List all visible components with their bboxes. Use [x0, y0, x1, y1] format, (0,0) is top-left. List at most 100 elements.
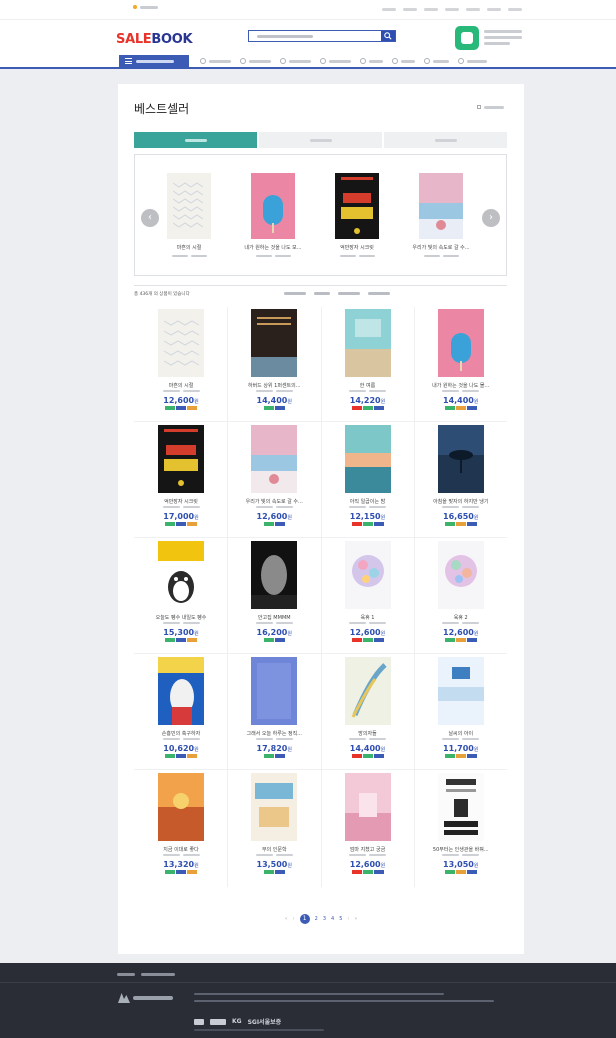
book-cover[interactable] [344, 657, 391, 725]
pager-last[interactable]: » [354, 916, 357, 922]
orders-link[interactable] [445, 8, 459, 11]
product-card[interactable]: 육휴 1 12,600원 [325, 539, 411, 651]
book-cover[interactable] [251, 425, 298, 493]
slider-item[interactable]: 내가 원하는 것을 나도 모... [243, 173, 303, 257]
product-title[interactable]: 육휴 2 [420, 614, 502, 621]
login-link[interactable] [382, 8, 396, 11]
product-title[interactable]: 50부터는 인생관을 바꿔... [420, 846, 502, 853]
pager-page[interactable]: 2 [315, 916, 318, 922]
book-cover[interactable] [344, 309, 391, 377]
app-ad-icon[interactable] [455, 26, 479, 50]
search-button[interactable] [381, 31, 395, 41]
product-title[interactable]: 안고집 MMMM [233, 614, 315, 621]
product-title[interactable]: 엄마 지쳤고 궁금 [327, 846, 409, 853]
site-logo[interactable]: SALEBOOK [116, 32, 193, 47]
product-card[interactable]: 육휴 2 12,600원 [418, 539, 504, 651]
book-cover[interactable] [158, 541, 204, 609]
book-cover[interactable] [158, 657, 204, 725]
product-card[interactable]: 날씨의 아이 11,700원 [418, 655, 504, 767]
product-card[interactable]: 손흥민의 축구하자 10,620원 [138, 655, 224, 767]
product-card[interactable]: 한 여름 14,220원 [325, 307, 411, 419]
product-title[interactable]: 마흔의 시절 [140, 382, 222, 389]
product-card[interactable]: 안고집 MMMM 16,200원 [231, 539, 317, 651]
slider-item[interactable]: 우리가 빛의 속도로 갈 수... [411, 173, 471, 257]
nav-new[interactable] [240, 58, 271, 64]
product-title[interactable]: 아직 일곱이는 밤 [327, 498, 409, 505]
cart-link[interactable] [424, 8, 438, 11]
product-title[interactable]: 우리가 빛의 속도로 갈 수... [233, 498, 315, 505]
product-card[interactable]: 50부터는 인생관을 바꿔... 13,050원 [418, 771, 504, 883]
all-categories-button[interactable] [119, 55, 189, 67]
mypage-link[interactable] [466, 8, 480, 11]
nav-event[interactable] [360, 58, 383, 64]
product-title[interactable]: 지금 이대로 좋다 [140, 846, 222, 853]
product-title[interactable]: 한 여름 [327, 382, 409, 389]
sort-option[interactable] [314, 292, 330, 295]
app-ad-text[interactable] [484, 30, 522, 48]
book-cover[interactable] [251, 541, 298, 609]
product-title[interactable]: 하버드 상위 1퍼센트의... [233, 382, 315, 389]
nav-gift[interactable] [424, 58, 449, 64]
search-box[interactable] [248, 30, 396, 42]
footer-link-terms[interactable] [117, 973, 135, 976]
product-title[interactable]: 그래서 오늘 하루는 정직... [233, 730, 315, 737]
nav-bestseller[interactable] [200, 58, 231, 64]
signup-link[interactable] [403, 8, 417, 11]
sort-option[interactable] [368, 292, 390, 295]
book-cover[interactable] [344, 425, 391, 493]
book-cover[interactable] [344, 773, 391, 841]
tab-yearly[interactable] [384, 132, 507, 148]
pager-page[interactable]: 5 [339, 916, 342, 922]
product-card[interactable]: 하버드 상위 1퍼센트의... 14,400원 [231, 307, 317, 419]
product-card[interactable]: 오늘도 펭수 내일도 펭수 15,300원 [138, 539, 224, 651]
footer-link-privacy[interactable] [141, 973, 175, 976]
pager-prev[interactable]: ‹ [293, 916, 295, 922]
pager-page[interactable]: 4 [331, 916, 334, 922]
book-cover[interactable] [251, 773, 298, 841]
slider-item[interactable]: 마흔의 시절 [159, 173, 219, 257]
nav-domestic[interactable] [280, 58, 311, 64]
slider-prev-button[interactable]: ‹ [141, 209, 159, 227]
slider-next-button[interactable]: › [482, 209, 500, 227]
product-title[interactable]: 방의자들 [327, 730, 409, 737]
bookmark-link[interactable] [508, 8, 522, 11]
product-title[interactable]: 아침을 맞자의 하지만 냉기 [420, 498, 502, 505]
product-card[interactable]: 내가 원하는 것을 나도 몰... 14,400원 [418, 307, 504, 419]
book-cover[interactable] [158, 309, 204, 377]
pager-first[interactable]: « [285, 916, 288, 922]
product-card[interactable]: 아침을 맞자의 하지만 냉기 16,650원 [418, 423, 504, 535]
nav-coupon[interactable] [392, 58, 415, 64]
nav-voucher[interactable] [458, 58, 487, 64]
product-title[interactable]: 육휴 1 [327, 614, 409, 621]
product-title[interactable]: 내가 원하는 것을 나도 몰... [420, 382, 502, 389]
favorites-link[interactable] [133, 5, 158, 9]
book-cover[interactable] [437, 309, 484, 377]
book-cover[interactable] [437, 541, 484, 609]
product-card[interactable]: 그래서 오늘 하루는 정직... 17,820원 [231, 655, 317, 767]
product-title[interactable]: 부의 인문학 [233, 846, 315, 853]
tab-weekly[interactable] [134, 132, 259, 148]
pager-page[interactable]: 3 [323, 916, 326, 922]
home-icon[interactable] [477, 105, 481, 109]
product-card[interactable]: 방의자들 14,400원 [325, 655, 411, 767]
product-title[interactable]: 손흥민의 축구하자 [140, 730, 222, 737]
nav-used[interactable] [320, 58, 351, 64]
tab-monthly[interactable] [259, 132, 384, 148]
sort-option[interactable] [338, 292, 360, 295]
product-card[interactable]: 부의 인문학 13,500원 [231, 771, 317, 883]
book-cover[interactable] [437, 425, 484, 493]
product-title[interactable]: 오늘도 펭수 내일도 펭수 [140, 614, 222, 621]
product-card[interactable]: 억만장자 시크릿 17,000원 [138, 423, 224, 535]
product-card[interactable]: 지금 이대로 좋다 13,320원 [138, 771, 224, 883]
pager-page-current[interactable]: 1 [299, 914, 310, 924]
book-cover[interactable] [158, 425, 204, 493]
product-card[interactable]: 아직 일곱이는 밤 12,150원 [325, 423, 411, 535]
product-card[interactable]: 우리가 빛의 속도로 갈 수... 12,600원 [231, 423, 317, 535]
customer-center-link[interactable] [487, 8, 501, 11]
product-card[interactable]: 마흔의 시절 12,600원 [138, 307, 224, 419]
product-title[interactable]: 억만장자 시크릿 [140, 498, 222, 505]
search-input[interactable] [257, 35, 313, 38]
slider-item[interactable]: 억만장자 시크릿 [327, 173, 387, 257]
book-cover[interactable] [251, 657, 298, 725]
book-cover[interactable] [251, 309, 298, 377]
